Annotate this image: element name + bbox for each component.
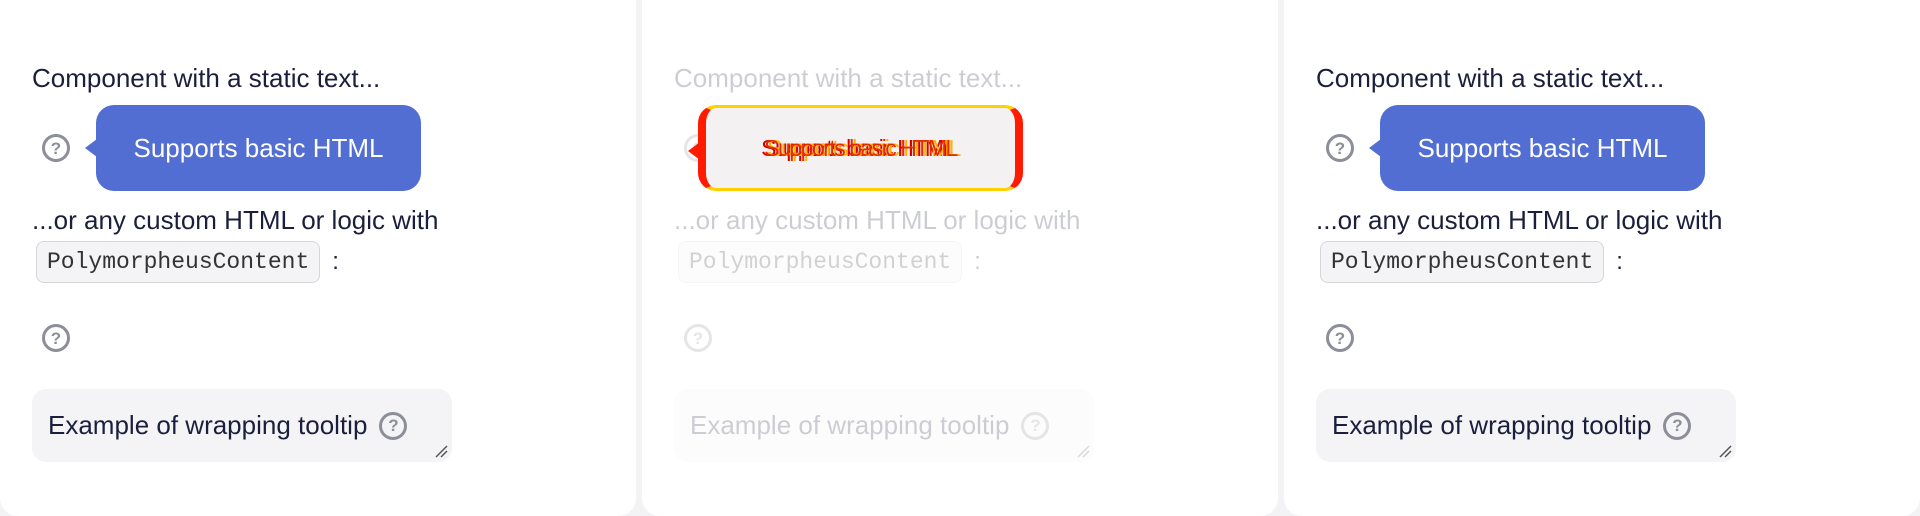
resize-handle-icon[interactable] bbox=[1076, 444, 1090, 458]
custom-html-label: ...or any custom HTML or logic with bbox=[674, 205, 1081, 235]
code-chip: PolymorpheusContent bbox=[36, 241, 321, 283]
wrapping-tooltip-textarea[interactable]: Example of wrapping tooltip ? bbox=[32, 389, 452, 462]
tooltip-bubble: Supports basic HTML bbox=[1369, 105, 1705, 191]
wrapping-tooltip-textarea[interactable]: Example of wrapping tooltip ? bbox=[674, 389, 1094, 462]
colon-text: : bbox=[974, 248, 981, 275]
demo-content: Component with a static text... ? Suppor… bbox=[1316, 0, 1888, 516]
demo-panel-right: Component with a static text... ? Suppor… bbox=[1284, 0, 1920, 516]
demo-panels: Component with a static text... ? Suppor… bbox=[0, 0, 1920, 516]
wrapping-tooltip-textarea[interactable]: Example of wrapping tooltip ? bbox=[1316, 389, 1736, 462]
custom-html-label: ...or any custom HTML or logic with bbox=[32, 205, 439, 235]
textarea-text: Example of wrapping tooltip bbox=[690, 410, 1010, 440]
textarea-text: Example of wrapping tooltip bbox=[48, 410, 368, 440]
demo-panel-middle: Component with a static text... ? ...or … bbox=[642, 0, 1278, 516]
tooltip-bubble-glitch: Supports basic HTML bbox=[688, 105, 1023, 191]
demo-panel-left: Component with a static text... ? Suppor… bbox=[0, 0, 636, 516]
colon-text: : bbox=[1616, 248, 1623, 275]
colon-text: : bbox=[332, 248, 339, 275]
question-circle-icon[interactable]: ? bbox=[379, 411, 408, 440]
question-circle-icon[interactable]: ? bbox=[1021, 411, 1050, 440]
tooltip-bubble: Supports basic HTML bbox=[85, 105, 421, 191]
code-chip: PolymorpheusContent bbox=[1320, 241, 1605, 283]
question-circle-icon[interactable]: ? bbox=[1663, 411, 1692, 440]
question-circle-icon[interactable]: ? bbox=[1326, 324, 1354, 352]
static-text-label: Component with a static text... bbox=[32, 63, 381, 93]
static-text-label: Component with a static text... bbox=[1316, 63, 1665, 93]
demo-content: Component with a static text... ? Suppor… bbox=[32, 0, 604, 516]
code-line: PolymorpheusContent : bbox=[1320, 241, 1623, 283]
resize-handle-icon[interactable] bbox=[1718, 444, 1732, 458]
textarea-text: Example of wrapping tooltip bbox=[1332, 410, 1652, 440]
resize-handle-icon[interactable] bbox=[434, 444, 448, 458]
demo-content: Component with a static text... ? ...or … bbox=[674, 0, 1246, 516]
custom-html-label: ...or any custom HTML or logic with bbox=[1316, 205, 1723, 235]
static-text-label: Component with a static text... bbox=[674, 63, 1023, 93]
question-circle-icon[interactable]: ? bbox=[684, 324, 712, 352]
code-line: PolymorpheusContent : bbox=[36, 241, 339, 283]
question-circle-icon[interactable]: ? bbox=[42, 324, 70, 352]
code-line: PolymorpheusContent : bbox=[678, 241, 981, 283]
code-chip: PolymorpheusContent bbox=[678, 241, 963, 283]
question-circle-icon[interactable]: ? bbox=[42, 134, 70, 162]
question-circle-icon[interactable]: ? bbox=[1326, 134, 1354, 162]
